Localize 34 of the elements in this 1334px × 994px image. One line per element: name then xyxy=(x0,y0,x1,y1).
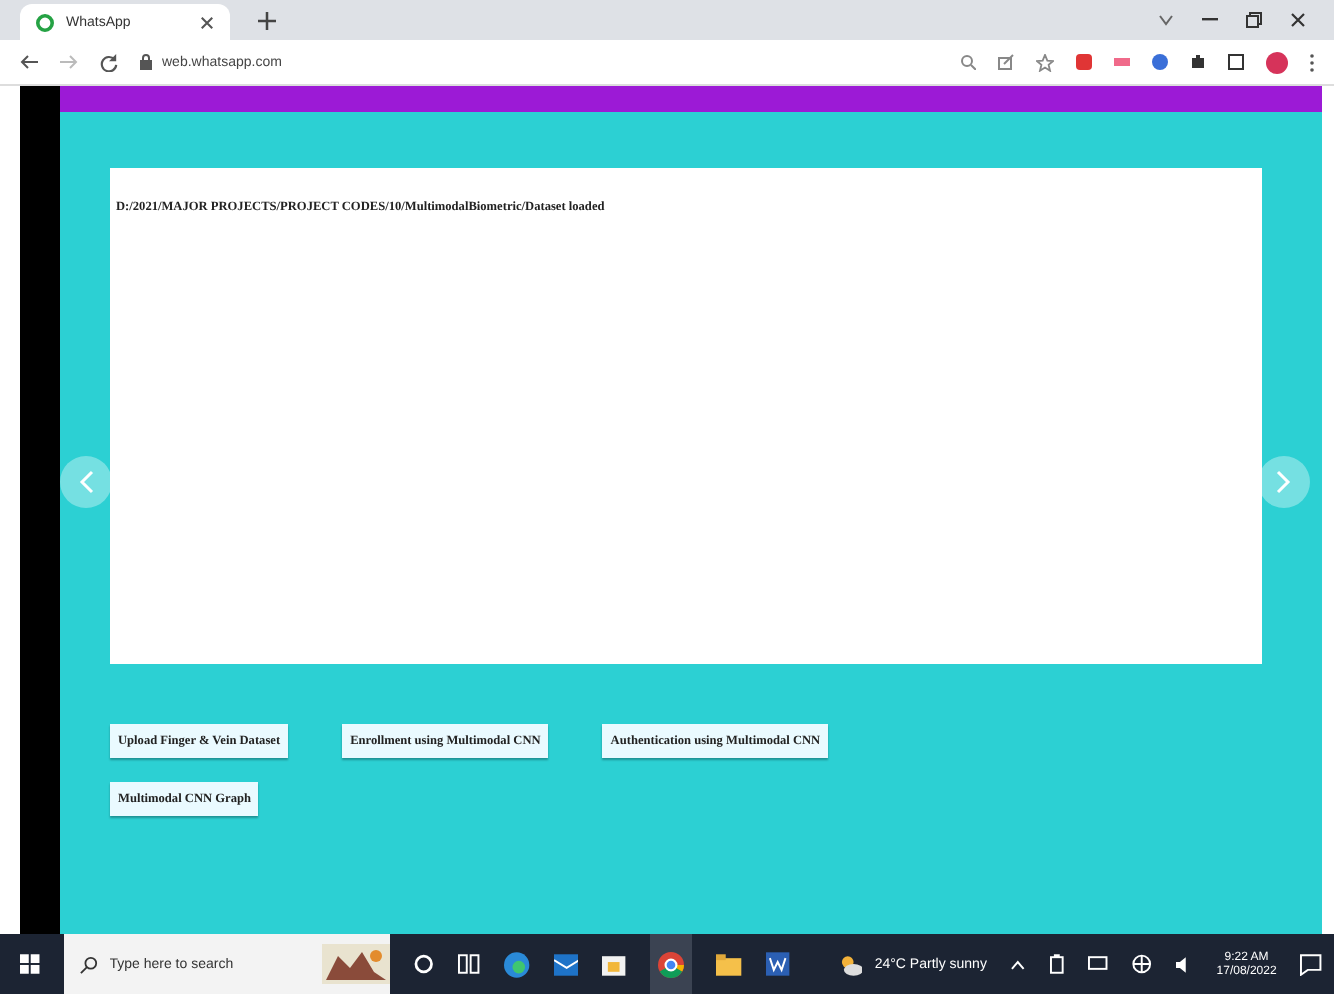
zoom-icon[interactable] xyxy=(960,54,976,70)
cortana-icon[interactable] xyxy=(414,954,435,974)
search-icon xyxy=(79,955,98,973)
cloud-sun-icon[interactable] xyxy=(837,953,863,975)
minimize-icon[interactable] xyxy=(1202,18,1218,22)
close-icon[interactable] xyxy=(1290,12,1306,28)
battery-icon[interactable] xyxy=(1050,954,1065,974)
reload-icon[interactable] xyxy=(100,53,118,71)
chevron-down-icon[interactable] xyxy=(1158,14,1174,26)
task-view-icon[interactable] xyxy=(458,954,480,974)
avatar-icon[interactable] xyxy=(1266,51,1288,73)
puzzle-icon[interactable] xyxy=(1190,54,1206,70)
mail-icon[interactable] xyxy=(553,953,579,975)
share-icon[interactable] xyxy=(998,54,1014,70)
close-icon[interactable] xyxy=(200,15,214,29)
chat-icon xyxy=(36,13,54,31)
notification-icon[interactable] xyxy=(1300,953,1323,975)
star-icon[interactable] xyxy=(1036,53,1054,71)
globe-icon[interactable] xyxy=(1131,954,1152,974)
back-icon[interactable] xyxy=(20,54,38,70)
plus-icon[interactable] xyxy=(258,11,276,29)
news-widget-icon[interactable] xyxy=(322,944,391,984)
extension-icon[interactable] xyxy=(1114,54,1130,70)
store-icon[interactable] xyxy=(602,952,626,976)
lock-icon xyxy=(140,54,152,70)
chevron-up-icon[interactable] xyxy=(1010,959,1027,969)
sidebar-icon[interactable] xyxy=(1228,54,1244,70)
folder-icon[interactable] xyxy=(716,953,742,975)
chevron-right-icon xyxy=(1276,470,1292,494)
extension-icon[interactable] xyxy=(1152,54,1168,70)
restore-icon[interactable] xyxy=(1246,12,1262,28)
chevron-left-icon xyxy=(78,470,94,494)
network-icon[interactable] xyxy=(1088,956,1108,972)
extension-icon[interactable] xyxy=(1076,54,1092,70)
